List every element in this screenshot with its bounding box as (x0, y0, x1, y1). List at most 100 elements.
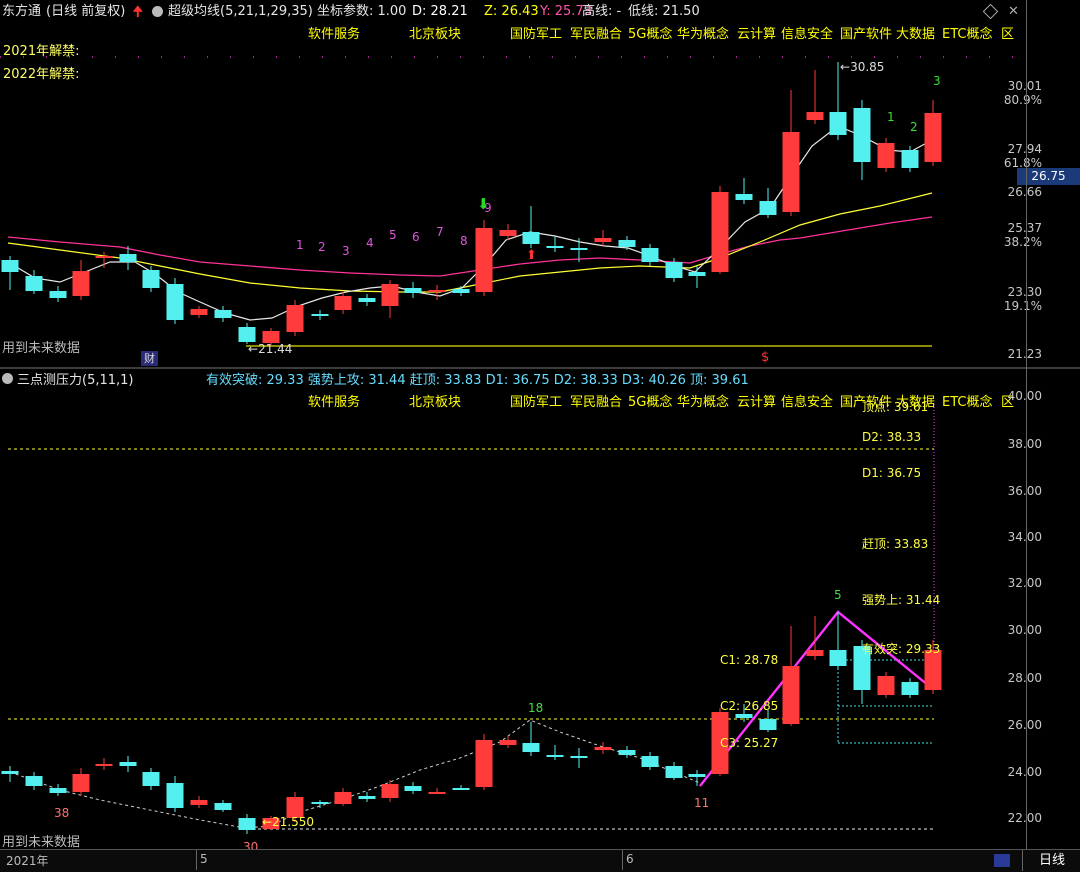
seq-number: 8 (460, 234, 468, 248)
y-tick: 27.94 (1007, 142, 1042, 156)
dollar-marker[interactable]: $ (761, 350, 769, 365)
candle-body (49, 291, 67, 298)
candle-body (475, 228, 493, 292)
candle-body (901, 682, 919, 695)
candle-body (142, 270, 160, 288)
candle-body (428, 792, 446, 794)
y-tick: 38.00 (1007, 437, 1042, 451)
candle-body (499, 230, 517, 236)
sector-tag[interactable]: 云计算 (737, 391, 776, 410)
date-label: 2021年 (6, 854, 49, 868)
y-tick: 40.00 (1007, 389, 1042, 403)
candle-body (404, 288, 422, 293)
lower-title[interactable]: 三点测压力(5,11,1) (17, 369, 134, 388)
label-qiangshi: 强势上: 31.44 (862, 593, 941, 607)
candle-body (166, 284, 184, 320)
candle-body (522, 232, 540, 244)
low-value-bottom: ←21.550 (262, 815, 315, 829)
future-data-note: 用到未来数据 (2, 341, 81, 356)
lower-menu-icon[interactable] (2, 373, 13, 384)
low-value: 21.550 (272, 815, 315, 829)
y-tick: 30.00 (1007, 623, 1042, 637)
candle-body (119, 762, 137, 766)
candle-body (381, 784, 399, 798)
candle-body (735, 194, 753, 200)
pivot-label: 11 (694, 796, 710, 810)
label-d2: D2: 38.33 (862, 430, 922, 444)
candle-body (594, 747, 612, 750)
sector-tag[interactable]: 华为概念 (677, 391, 729, 410)
sector-tag[interactable]: ETC概念 (942, 391, 992, 410)
y-tick: 26.00 (1007, 718, 1042, 732)
lower-params: 有效突破: 29.33 强势上攻: 31.44 赶顶: 33.83 D1: 36… (206, 373, 749, 388)
date-label: 6 (626, 852, 634, 866)
axis-separator (1026, 0, 1027, 849)
candle-body (877, 676, 895, 695)
bottom-candles (1, 612, 942, 834)
seq-number: 3 (933, 74, 941, 88)
candle-body (688, 774, 706, 777)
y-tick-pct: 80.9% (1003, 93, 1042, 107)
candle-body (877, 143, 895, 168)
candle-body (358, 796, 376, 799)
candle-body (570, 248, 588, 250)
candle-body (452, 788, 470, 790)
y-tick: 32.00 (1007, 576, 1042, 590)
sector-tag[interactable]: 国防军工 (510, 391, 562, 410)
candle-body (499, 740, 517, 745)
y-tick: 36.00 (1007, 484, 1042, 498)
ma-long-line (7, 216, 933, 277)
seq-number: 7 (436, 225, 444, 239)
candle-body (404, 786, 422, 791)
y-tick: 34.00 (1007, 530, 1042, 544)
label-d1: D1: 36.75 (862, 466, 922, 480)
candle-body (829, 650, 847, 666)
sector-tag[interactable]: 信息安全 (781, 391, 833, 410)
sell-arrow-icon: ⬆ (526, 248, 537, 263)
date-axis[interactable]: 2021年 5 6 日线 (0, 849, 1080, 872)
candle-body (641, 756, 659, 767)
y-tick: 26.66 (1007, 185, 1042, 199)
candle-body (190, 309, 208, 315)
candle-body (334, 296, 352, 310)
scroll-icon[interactable] (994, 854, 1010, 867)
label-c1: C1: 28.78 (720, 653, 779, 667)
sector-tag[interactable]: 软件服务 (308, 391, 360, 410)
sector-tag[interactable]: 5G概念 (628, 391, 672, 410)
pivot-dashed-line (9, 719, 701, 829)
seq-number: 3 (342, 244, 350, 258)
candle-body (759, 719, 777, 730)
candle-body (72, 774, 90, 792)
candle-body (806, 650, 824, 656)
candle-body (475, 740, 493, 787)
candle-body (546, 755, 564, 757)
candle-body (95, 256, 113, 258)
candle-body (641, 248, 659, 262)
candle-body (853, 108, 871, 162)
label-c3: C3: 25.27 (720, 736, 779, 750)
candle-body (238, 327, 256, 342)
pivot-label: 5 (834, 588, 842, 602)
candle-body (594, 238, 612, 242)
candle-body (1, 771, 19, 774)
candle-body (665, 766, 683, 778)
y-tick: 30.01 (1007, 79, 1042, 93)
label-ganding: 赶顶: 33.83 (862, 537, 929, 551)
pivot-label: 18 (528, 701, 544, 715)
sector-tag[interactable]: 北京板块 (409, 391, 461, 410)
candle-body (711, 192, 729, 272)
candle-body (806, 112, 824, 120)
candle-body (25, 776, 43, 786)
y-tick: 25.37 (1007, 221, 1042, 235)
candle-body (286, 305, 304, 332)
sector-tag[interactable]: 军民融合 (570, 391, 622, 410)
high-marker: ←30.85 (840, 60, 885, 74)
candle-body (618, 750, 636, 755)
high-value: 30.85 (850, 60, 885, 74)
finance-badge[interactable]: 财 (141, 351, 158, 366)
candle-body (452, 289, 470, 293)
period-button[interactable]: 日线 (1022, 850, 1080, 871)
top-candles (1, 62, 942, 346)
candle-body (829, 112, 847, 135)
date-label: 5 (200, 852, 208, 866)
